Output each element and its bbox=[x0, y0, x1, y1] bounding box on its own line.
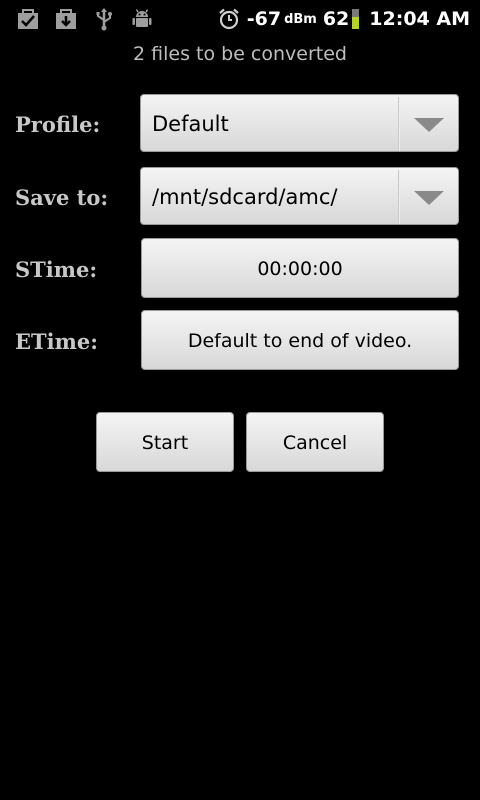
stime-button[interactable]: 00:00:00 bbox=[141, 238, 459, 298]
status-bar: -67 dBm 62 12:04 AM bbox=[0, 0, 480, 38]
start-button[interactable]: Start bbox=[96, 412, 234, 472]
dropdown-arrow-icon bbox=[414, 191, 444, 205]
dropdown-arrow-icon bbox=[414, 118, 444, 132]
save-to-value: /mnt/sdcard/amc/ bbox=[152, 185, 338, 209]
cancel-button[interactable]: Cancel bbox=[246, 412, 384, 472]
android-debug-icon bbox=[130, 7, 154, 31]
profile-spinner[interactable]: Default bbox=[140, 94, 459, 152]
battery-icon bbox=[352, 9, 360, 29]
stime-label: STime: bbox=[15, 257, 98, 282]
save-to-label: Save to: bbox=[15, 185, 109, 210]
usb-icon bbox=[92, 7, 116, 31]
signal-strength: -67 bbox=[246, 8, 282, 30]
task-check-icon bbox=[16, 7, 40, 31]
alarm-icon bbox=[217, 7, 241, 31]
spinner-divider bbox=[398, 97, 400, 151]
clock: 12:04 AM bbox=[369, 8, 470, 30]
download-icon bbox=[54, 7, 78, 31]
files-count-text: 2 files to be converted bbox=[133, 43, 347, 65]
etime-button[interactable]: Default to end of video. bbox=[141, 310, 459, 370]
etime-label: ETime: bbox=[15, 329, 98, 354]
signal-unit: dBm bbox=[284, 11, 317, 27]
status-right: -67 dBm 62 12:04 AM bbox=[217, 0, 470, 38]
spinner-divider bbox=[398, 170, 400, 224]
battery-level: 62 bbox=[322, 8, 350, 30]
save-to-spinner[interactable]: /mnt/sdcard/amc/ bbox=[140, 167, 459, 225]
profile-label: Profile: bbox=[15, 112, 101, 137]
profile-value: Default bbox=[152, 112, 229, 136]
